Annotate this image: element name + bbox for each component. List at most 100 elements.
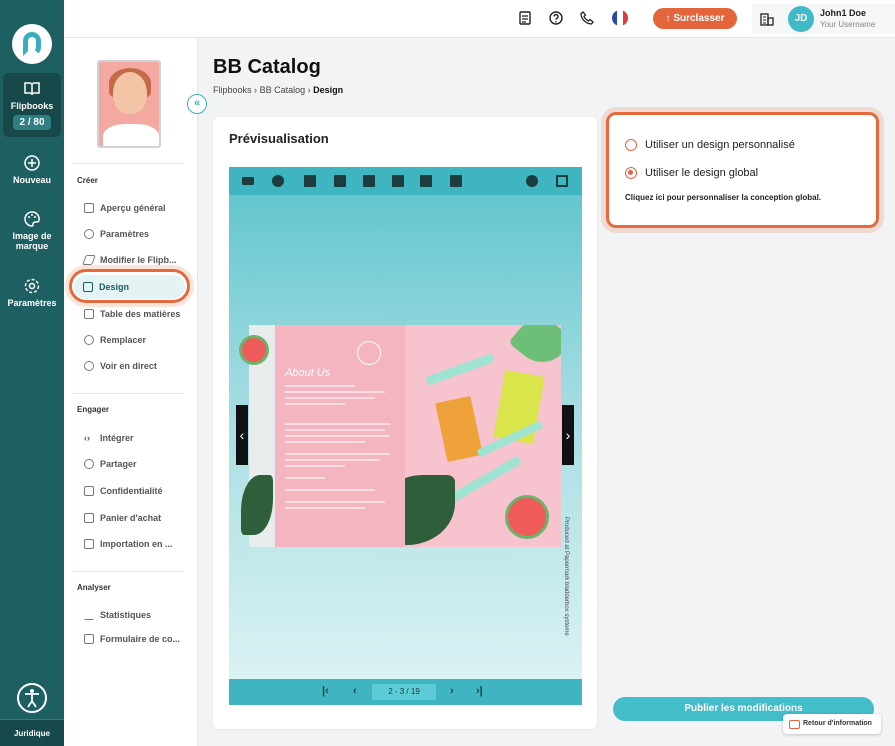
accessibility-button[interactable] — [17, 683, 47, 713]
grid-icon[interactable] — [304, 175, 316, 187]
legal-link[interactable]: Juridique — [0, 719, 64, 746]
gear-icon — [24, 278, 40, 294]
nav-partager[interactable]: Partager — [84, 459, 137, 469]
rail-flipbooks-label: Flipbooks — [10, 101, 54, 111]
book-icon — [24, 82, 40, 96]
building-icon — [760, 13, 774, 26]
first-page-button[interactable]: |‹ — [322, 685, 329, 697]
nav-statistiques[interactable]: Statistiques — [84, 610, 151, 620]
next-page-button[interactable]: › — [450, 685, 454, 697]
download-icon[interactable] — [334, 175, 346, 187]
nav-label: Paramètres — [100, 229, 150, 239]
prev-page-arrow[interactable]: ‹ — [236, 405, 248, 465]
section-title-engage: Engager — [77, 405, 110, 414]
table-icon — [84, 309, 94, 319]
nav-remplacer[interactable]: Remplacer — [84, 335, 146, 345]
flipbooks-count-badge: 2 / 80 — [13, 115, 51, 130]
nav-parametres[interactable]: Paramètres — [84, 229, 149, 239]
option-global-label: Utiliser le design global — [645, 167, 759, 179]
prev-page-button[interactable]: ‹ — [353, 685, 357, 697]
option-custom-design[interactable]: Utiliser un design personnalisé — [625, 139, 795, 151]
design-options-card: Utiliser un design personnalisé Utiliser… — [606, 112, 879, 228]
feedback-button[interactable]: Retour d'information — [783, 714, 881, 734]
left-page: About Us — [239, 325, 405, 547]
rail-item-brand[interactable]: Image de marque — [3, 210, 61, 251]
left-rail: Flipbooks 2 / 80 Nouveau Image de marque… — [0, 0, 64, 746]
radio-global[interactable] — [625, 167, 637, 179]
help-icon[interactable] — [549, 11, 563, 25]
user-name: John1 Doe — [820, 8, 867, 18]
nav-modifier[interactable]: Modifier le Flipb... — [82, 255, 177, 265]
phone-icon[interactable] — [580, 11, 594, 25]
radio-custom[interactable] — [625, 139, 637, 151]
breadcrumb: Flipbooks › BB Catalog › Design — [213, 85, 343, 95]
page-title: BB Catalog — [213, 56, 321, 78]
top-bar: ↑ Surclasser JD John1 Doe Your Username — [64, 0, 895, 38]
layout-icon — [84, 203, 94, 213]
nav-label: Formulaire de co... — [100, 634, 181, 644]
viewer-pager-bar: |‹ ‹ 2 - 3 / 19 › ›| — [229, 679, 582, 705]
upgrade-button[interactable]: ↑ Surclasser — [653, 8, 737, 29]
flipbook-cover-thumbnail — [97, 60, 161, 148]
option-global-design[interactable]: Utiliser le design global — [625, 167, 758, 179]
nav-apercu[interactable]: Aperçu général — [84, 203, 166, 213]
nav-confidentialite[interactable]: Confidentialité — [84, 486, 163, 496]
lock-icon — [84, 486, 94, 496]
share-icon[interactable] — [526, 175, 538, 187]
rail-item-params[interactable]: Paramètres — [3, 277, 61, 308]
nav-label: Table des matières — [100, 309, 181, 319]
nav-importation[interactable]: Importation en ... — [84, 539, 173, 549]
collapse-sidebar-button[interactable]: « — [187, 94, 207, 114]
viewer-toolbar — [229, 167, 582, 195]
nav-label: Statistiques — [100, 610, 152, 620]
nav-panier[interactable]: Panier d'achat — [84, 513, 161, 523]
design-hint[interactable]: Cliquez ici pour personnaliser la concep… — [625, 193, 821, 202]
nav-integrer[interactable]: ‹› Intégrer — [84, 433, 134, 443]
nav-label: Remplacer — [100, 335, 147, 345]
cart-icon[interactable] — [392, 175, 404, 187]
language-flag-icon[interactable] — [612, 10, 628, 26]
page-indicator[interactable]: 2 - 3 / 19 — [372, 684, 436, 700]
mute-icon[interactable] — [450, 175, 462, 187]
nav-table-matieres[interactable]: Table des matières — [84, 309, 180, 319]
share-icon — [84, 459, 94, 469]
breadcrumb-flipbooks[interactable]: Flipbooks — [213, 85, 252, 95]
nav-label: Modifier le Flipb... — [100, 255, 177, 265]
print-icon[interactable] — [363, 175, 375, 187]
accessibility-icon — [25, 689, 39, 708]
rail-item-flipbooks[interactable]: Flipbooks 2 / 80 — [3, 73, 61, 137]
rail-item-nouveau[interactable]: Nouveau — [3, 154, 61, 185]
document-icon[interactable] — [518, 11, 532, 25]
fullscreen-icon[interactable] — [556, 175, 568, 187]
nav-label: Partager — [100, 459, 137, 469]
nav-label: Panier d'achat — [100, 513, 162, 523]
nav-voir-direct[interactable]: Voir en direct — [84, 361, 157, 371]
breadcrumb-separator: › — [307, 85, 311, 95]
nav-formulaire[interactable]: Formulaire de co... — [84, 634, 180, 644]
import-icon — [84, 539, 94, 549]
eye-icon — [84, 361, 94, 371]
accessibility-icon[interactable] — [420, 175, 432, 187]
breadcrumb-current: Design — [313, 85, 344, 95]
plus-circle-icon — [24, 155, 40, 171]
vertical-credit: Produced at Papermark bladderbox systeme — [563, 517, 569, 636]
flipbook-viewer[interactable]: About Us ‹ › Produced at Papermark bladd… — [229, 167, 582, 705]
rail-nouveau-label: Nouveau — [12, 175, 51, 185]
section-title-analyze: Analyser — [77, 583, 111, 592]
form-icon — [84, 634, 94, 644]
rail-params-label: Paramètres — [7, 298, 57, 308]
design-highlight-ring — [69, 269, 190, 303]
breadcrumb-catalog[interactable]: BB Catalog — [260, 85, 306, 95]
app-logo[interactable] — [12, 24, 52, 64]
logo-mark-icon — [23, 32, 41, 56]
pencil-icon — [82, 255, 96, 265]
search-icon[interactable] — [272, 175, 284, 187]
menu-icon[interactable] — [242, 177, 254, 185]
gear-icon — [84, 229, 94, 239]
nav-label: Aperçu général — [100, 203, 166, 213]
nav-label: Voir en direct — [100, 361, 157, 371]
flipbook-spread: About Us ‹ › — [236, 325, 574, 547]
next-page-arrow[interactable]: › — [562, 405, 574, 465]
user-menu[interactable]: JD John1 Doe Your Username — [752, 4, 895, 34]
last-page-button[interactable]: ›| — [476, 685, 483, 697]
